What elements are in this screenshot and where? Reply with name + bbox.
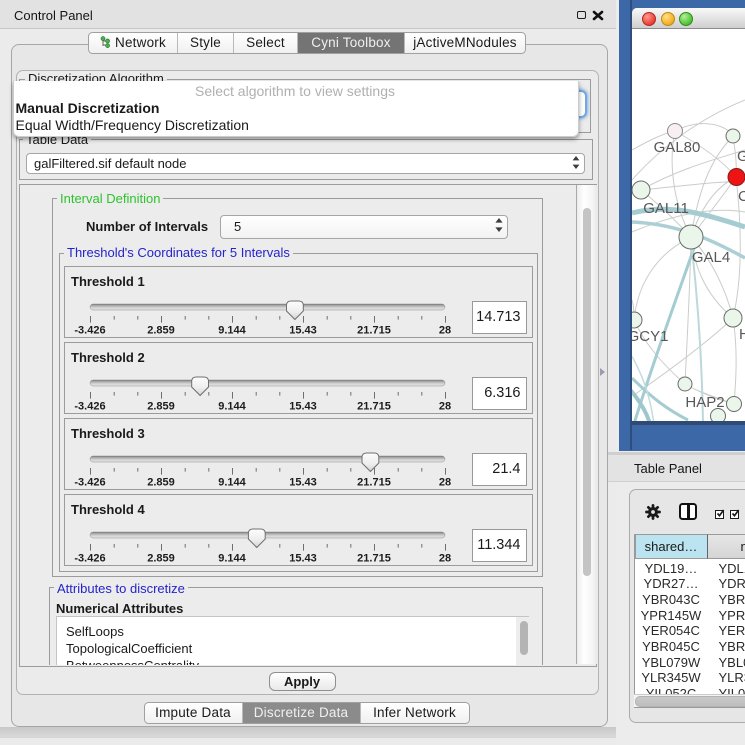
- svg-text:GAL11: GAL11: [643, 200, 689, 217]
- svg-text:-3.426: -3.426: [74, 401, 105, 413]
- svg-text:21.715: 21.715: [357, 553, 391, 565]
- svg-text:15.43: 15.43: [289, 325, 317, 337]
- svg-text:2.859: 2.859: [147, 325, 175, 337]
- svg-text:CD: CD: [738, 188, 745, 205]
- svg-text:15.43: 15.43: [289, 553, 317, 565]
- svg-text:-3.426: -3.426: [74, 325, 105, 337]
- svg-text:21.715: 21.715: [357, 325, 391, 337]
- svg-text:GA: GA: [737, 148, 745, 165]
- svg-text:2.859: 2.859: [147, 401, 175, 413]
- svg-text:2.859: 2.859: [147, 477, 175, 489]
- svg-text:28: 28: [439, 553, 451, 565]
- svg-text:28: 28: [439, 325, 451, 337]
- svg-text:HI: HI: [739, 326, 745, 343]
- svg-text:28: 28: [439, 477, 451, 489]
- svg-text:2.859: 2.859: [147, 553, 175, 565]
- svg-text:28: 28: [439, 401, 451, 413]
- svg-text:-3.426: -3.426: [74, 553, 105, 565]
- svg-text:9.144: 9.144: [218, 553, 246, 565]
- svg-text:-3.426: -3.426: [74, 477, 105, 489]
- svg-text:GCY1: GCY1: [632, 328, 668, 345]
- svg-text:9.144: 9.144: [218, 401, 246, 413]
- svg-text:15.43: 15.43: [289, 477, 317, 489]
- svg-text:21.715: 21.715: [357, 477, 391, 489]
- svg-text:HAP2: HAP2: [685, 394, 724, 411]
- svg-text:21.715: 21.715: [357, 401, 391, 413]
- svg-text:GAL80: GAL80: [654, 139, 701, 156]
- svg-text:GAL4: GAL4: [692, 249, 730, 266]
- svg-text:15.43: 15.43: [289, 401, 317, 413]
- svg-text:9.144: 9.144: [218, 477, 246, 489]
- svg-text:9.144: 9.144: [218, 325, 246, 337]
